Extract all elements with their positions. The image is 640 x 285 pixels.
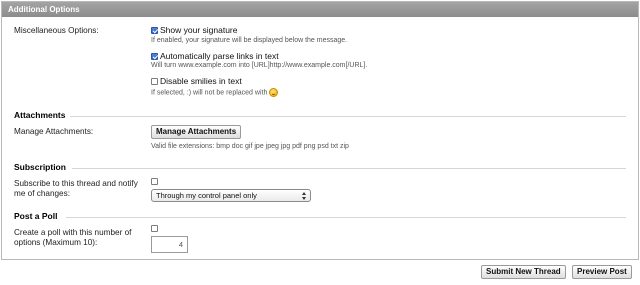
parse-links-checkbox[interactable] [151,52,158,60]
preview-post-button[interactable]: Preview Post [572,265,632,279]
notification-type-select[interactable]: Through my control panel only [151,189,311,202]
parse-links-option[interactable]: Automatically parse links in text [151,51,279,61]
show-signature-label: Show your signature [160,25,238,35]
attachments-divider [70,116,626,117]
poll-label-line1: Create a poll with this number of [14,228,132,237]
panel-title: Additional Options [2,2,638,17]
manage-attachments-label: Manage Attachments: [14,127,94,136]
subscribe-label: Subscribe to this thread and notify me o… [14,179,138,199]
parse-links-hint: Will turn www.example.com into [URL]http… [151,62,368,69]
misc-options-label: Miscellaneous Options: [14,26,99,35]
disable-smilies-label: Disable smilies in text [160,76,242,86]
select-arrows-icon [302,192,307,200]
attachments-section-title: Attachments [14,110,66,120]
show-signature-hint: If enabled, your signature will be displ… [151,37,348,44]
parse-links-label: Automatically parse links in text [160,51,279,61]
poll-divider [66,217,626,218]
poll-label: Create a poll with this number of option… [14,228,131,248]
poll-options-count-input[interactable]: 4 [151,236,188,253]
submit-new-thread-button[interactable]: Submit New Thread [481,265,566,279]
disable-smilies-option[interactable]: Disable smilies in text [151,76,242,86]
disable-smilies-checkbox[interactable] [151,77,158,85]
subscribe-checkbox[interactable] [151,178,158,186]
smiley-icon [269,88,279,97]
poll-section-title: Post a Poll [14,211,58,221]
subscription-section-title: Subscription [14,162,66,172]
show-signature-option[interactable]: Show your signature [151,25,238,35]
show-signature-checkbox[interactable] [151,26,158,34]
manage-attachments-button[interactable]: Manage Attachments [151,125,242,139]
poll-checkbox[interactable] [151,225,158,233]
disable-smilies-hint-text: If selected, :) will not be replaced wit… [151,89,268,97]
disable-smilies-hint: If selected, :) will not be replaced wit… [151,88,279,97]
subscription-divider [72,168,626,169]
notification-type-value: Through my control panel only [156,191,257,200]
poll-option[interactable] [151,224,158,233]
poll-label-line2: options (Maximum 10): [14,238,98,247]
subscribe-label-line2: me of changes: [14,189,70,198]
subscribe-label-line1: Subscribe to this thread and notify [14,179,138,188]
valid-extensions-hint: Valid file extensions: bmp doc gif jpe j… [151,143,349,150]
subscribe-option[interactable] [151,177,158,186]
